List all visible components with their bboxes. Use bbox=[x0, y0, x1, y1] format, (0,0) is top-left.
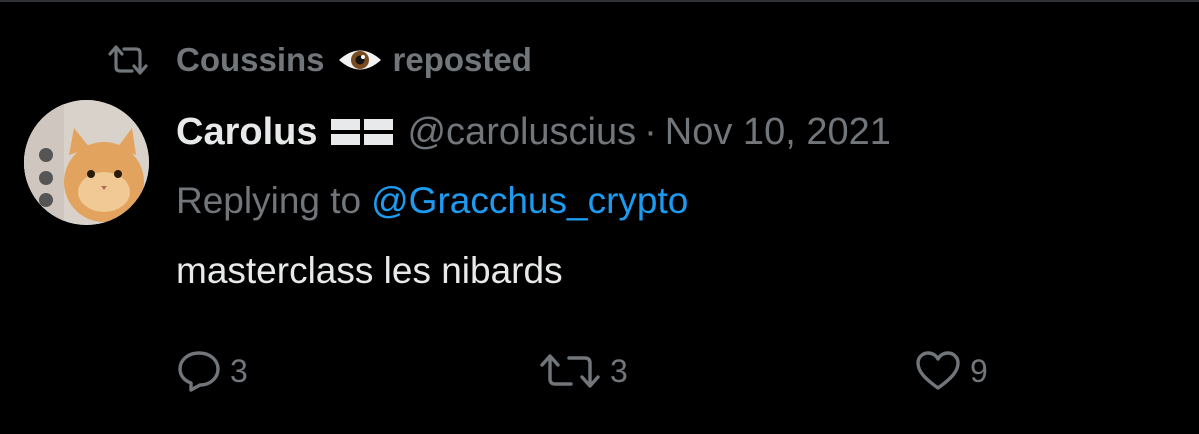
tweet-date[interactable]: Nov 10, 2021 bbox=[665, 111, 891, 154]
replying-to-prefix: Replying to bbox=[176, 180, 362, 221]
reply-button[interactable]: 3 bbox=[176, 346, 248, 396]
separator-dot: · bbox=[644, 110, 657, 153]
heart-icon bbox=[914, 350, 962, 392]
repost-icon bbox=[106, 43, 150, 77]
retweet-icon bbox=[538, 351, 602, 391]
tweet-header: Carolus @caroluscius · Nov 10, 2021 bbox=[176, 108, 891, 156]
repost-action-text: reposted bbox=[392, 41, 532, 78]
flag-icon bbox=[331, 117, 394, 147]
retweet-count: 3 bbox=[610, 352, 628, 389]
reply-icon bbox=[176, 349, 222, 393]
tweet-card[interactable]: Coussins reposted Carolus @caroluscius ·… bbox=[0, 0, 1199, 434]
repost-context: Coussins reposted bbox=[106, 38, 532, 82]
user-handle[interactable]: @caroluscius bbox=[407, 111, 636, 154]
retweet-button[interactable]: 3 bbox=[538, 346, 628, 396]
like-count: 9 bbox=[970, 352, 988, 389]
repost-user[interactable]: Coussins bbox=[176, 41, 325, 79]
like-button[interactable]: 9 bbox=[914, 346, 988, 396]
replying-to: Replying to @Gracchus_crypto bbox=[176, 178, 688, 224]
reply-count: 3 bbox=[230, 352, 248, 389]
avatar[interactable] bbox=[24, 100, 149, 225]
display-name[interactable]: Carolus bbox=[176, 111, 317, 154]
eye-emoji-icon bbox=[337, 45, 383, 75]
replying-to-mention[interactable]: @Gracchus_crypto bbox=[371, 180, 688, 222]
tweet-text: masterclass les nibards bbox=[176, 250, 563, 291]
